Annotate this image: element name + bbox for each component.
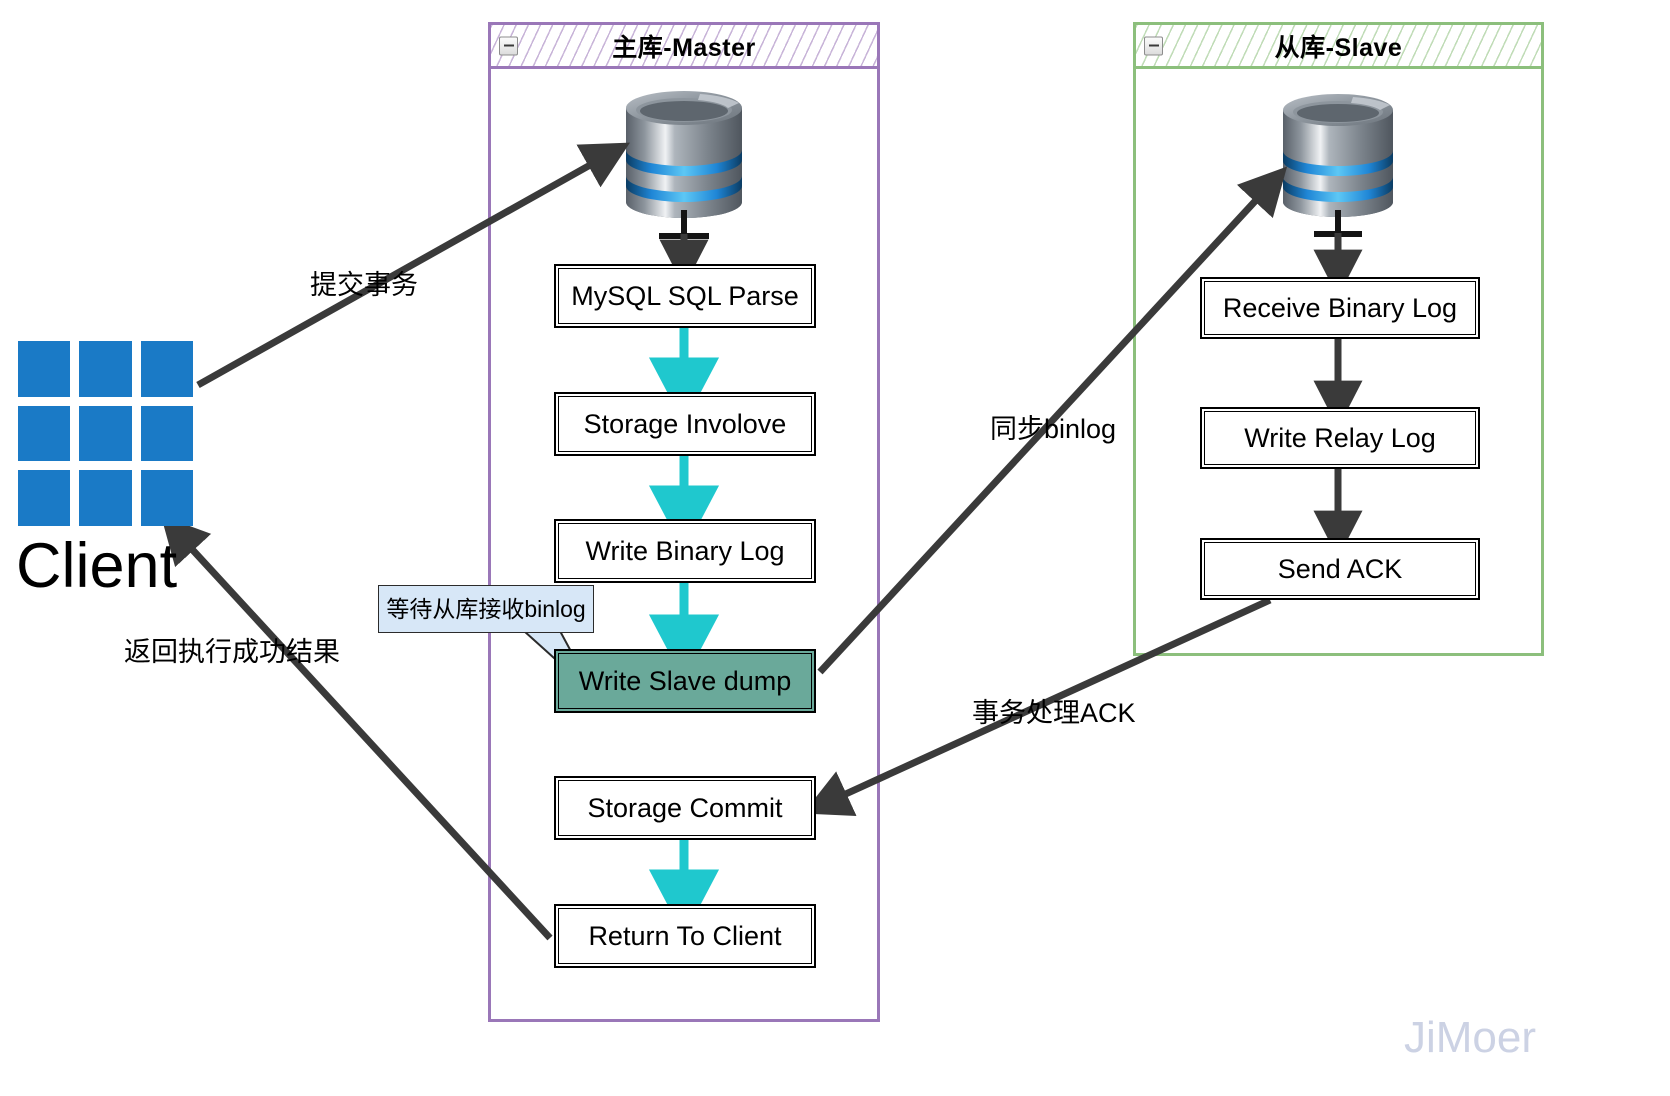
grid-cell [140, 470, 193, 526]
node-send-ack[interactable]: Send ACK [1200, 538, 1480, 600]
node-inner: Write Relay Log [1204, 411, 1476, 465]
node-inner: Storage Commit [558, 780, 812, 836]
node-inner: Return To Client [558, 908, 812, 964]
edge-label-return-success: 返回执行成功结果 [124, 637, 340, 667]
grid-cell [79, 405, 132, 462]
edge-label-sync-binlog: 同步binlog [990, 414, 1117, 444]
node-inner: MySQL SQL Parse [558, 268, 812, 324]
slave-container-title: 从库-Slave [1274, 33, 1403, 62]
node-label: Storage Involove [583, 408, 787, 439]
node-storage-involove[interactable]: Storage Involove [554, 392, 816, 456]
grid-cell [140, 341, 193, 397]
node-storage-commit[interactable]: Storage Commit [554, 776, 816, 840]
node-label: Write Binary Log [585, 535, 785, 566]
minus-collapse-icon[interactable] [499, 36, 518, 55]
node-inner: Write Slave dump [558, 653, 812, 709]
node-mysql-sql-parse[interactable]: MySQL SQL Parse [554, 264, 816, 328]
diagram-canvas: 主库-Master 从库-Slave Client MySQL SQL Pars… [0, 0, 1670, 1096]
node-label: Send ACK [1277, 553, 1403, 584]
node-receive-binary-log[interactable]: Receive Binary Log [1200, 277, 1480, 339]
callout-wait-for-slave-binlog: 等待从库接收binlog [378, 585, 594, 633]
edge-label-transaction-ack: 事务处理ACK [972, 698, 1136, 728]
node-label: MySQL SQL Parse [571, 280, 799, 311]
node-write-slave-dump[interactable]: Write Slave dump [554, 649, 816, 713]
grid-cell [140, 405, 193, 462]
node-label: Receive Binary Log [1222, 292, 1458, 323]
slave-container-header: 从库-Slave [1136, 25, 1541, 69]
minus-collapse-icon[interactable] [1144, 36, 1163, 55]
node-inner: Send ACK [1204, 542, 1476, 596]
grid-cell [18, 341, 71, 397]
node-return-to-client[interactable]: Return To Client [554, 904, 816, 968]
node-write-relay-log[interactable]: Write Relay Log [1200, 407, 1480, 469]
node-label: Return To Client [588, 920, 782, 951]
master-container-header: 主库-Master [491, 25, 877, 69]
watermark: JiMoer [1404, 1013, 1537, 1062]
grid-3x3-icon [18, 341, 193, 526]
client-label: Client [16, 531, 178, 601]
node-label: Write Relay Log [1244, 422, 1436, 453]
node-label: Write Slave dump [578, 665, 792, 696]
callout-text: 等待从库接收binlog [386, 595, 586, 622]
node-inner: Write Binary Log [558, 523, 812, 579]
grid-cell [18, 405, 71, 462]
node-inner: Receive Binary Log [1204, 281, 1476, 335]
master-container-title: 主库-Master [612, 33, 756, 62]
grid-cell [18, 470, 71, 526]
node-write-binary-log[interactable]: Write Binary Log [554, 519, 816, 583]
grid-cell [79, 470, 132, 526]
node-inner: Storage Involove [558, 396, 812, 452]
edge-label-submit-transaction: 提交事务 [310, 270, 418, 300]
grid-cell [79, 341, 132, 397]
node-label: Storage Commit [587, 792, 783, 823]
